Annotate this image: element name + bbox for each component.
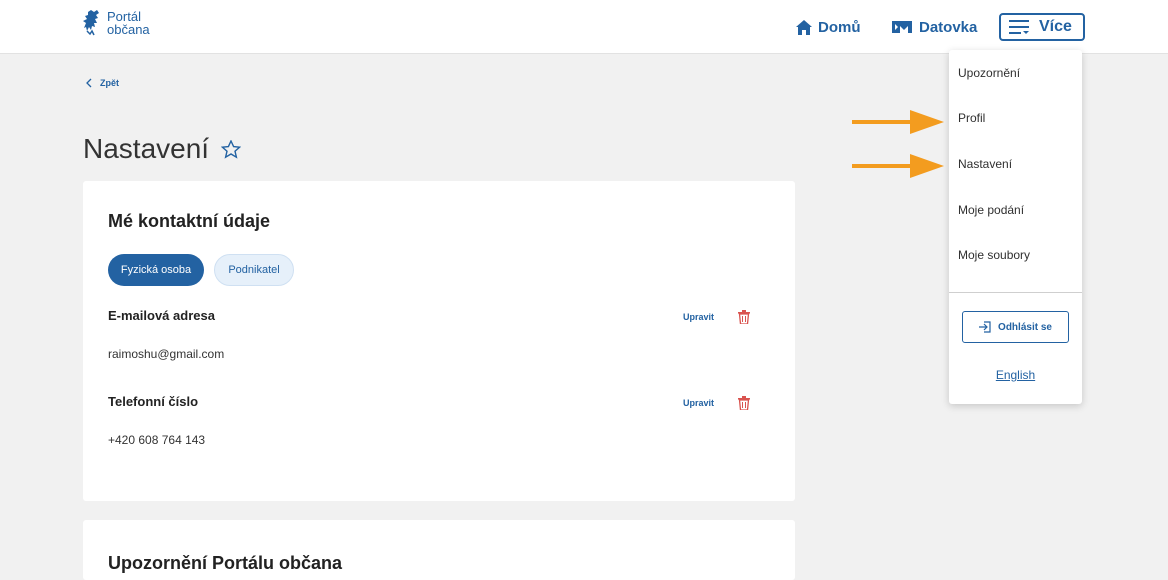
more-menu-button[interactable]: Více (999, 13, 1085, 41)
edit-phone-button[interactable]: Upravit (683, 398, 714, 408)
nav-datovka-link[interactable]: Datovka (891, 0, 977, 54)
contact-card-title: Mé kontaktní údaje (108, 211, 271, 231)
trash-icon[interactable] (738, 396, 750, 410)
portal-logo[interactable]: Portál občana (82, 9, 150, 37)
menu-item-profile[interactable]: Profil (958, 111, 985, 125)
logout-icon (979, 321, 991, 333)
notifications-card-title: Upozornění Portálu občana (108, 553, 343, 573)
menu-lines-icon (1009, 20, 1029, 34)
tab-entrepreneur[interactable]: Podnikatel (214, 254, 294, 286)
menu-item-my-files[interactable]: Moje soubory (958, 248, 1030, 262)
menu-item-settings[interactable]: Nastavení (958, 157, 1012, 171)
star-outline-icon[interactable] (221, 139, 242, 159)
nav-home-link[interactable]: Domů (796, 0, 861, 54)
lion-emblem-icon (83, 10, 99, 36)
logo-line-2: občana (107, 22, 150, 37)
annotation-arrow-icon (852, 154, 944, 178)
email-label: E-mailová adresa (108, 308, 215, 323)
top-bar: Portál občana Domů Datovka Více (0, 0, 1168, 54)
email-value: raimoshu@gmail.com (108, 347, 225, 361)
nav-datovka-label: Datovka (919, 18, 978, 36)
menu-item-notifications[interactable]: Upozornění (958, 66, 1020, 80)
notifications-card: Upozornění Portálu občana (83, 520, 795, 580)
page-title: Nastavení (83, 133, 242, 165)
tab-individual[interactable]: Fyzická osoba (108, 254, 204, 286)
language-switch-link[interactable]: English (949, 368, 1082, 382)
chevron-left-icon (86, 78, 92, 88)
phone-label: Telefonní číslo (108, 394, 199, 409)
trash-icon[interactable] (738, 310, 750, 324)
contact-details-card: Mé kontaktní údaje Fyzická osoba Podnika… (83, 181, 795, 501)
page-title-text: Nastavení (83, 133, 210, 164)
back-label: Zpět (100, 78, 119, 88)
menu-divider (949, 292, 1082, 293)
more-menu-dropdown: Upozornění Profil Nastavení Moje podání … (949, 50, 1082, 404)
phone-value: +420 608 764 143 (108, 433, 206, 447)
datovka-logo-icon (892, 21, 912, 33)
more-menu-label: Více (1039, 18, 1072, 35)
back-link[interactable]: Zpět (86, 78, 119, 88)
logo-text: Portál občana (107, 10, 150, 36)
house-icon (796, 19, 812, 35)
menu-item-my-submissions[interactable]: Moje podání (958, 203, 1024, 217)
logout-button[interactable]: Odhlásit se (962, 311, 1069, 343)
logout-label: Odhlásit se (998, 321, 1052, 333)
nav-home-label: Domů (818, 18, 861, 36)
edit-email-button[interactable]: Upravit (683, 312, 714, 322)
annotation-arrow-icon (852, 110, 944, 134)
